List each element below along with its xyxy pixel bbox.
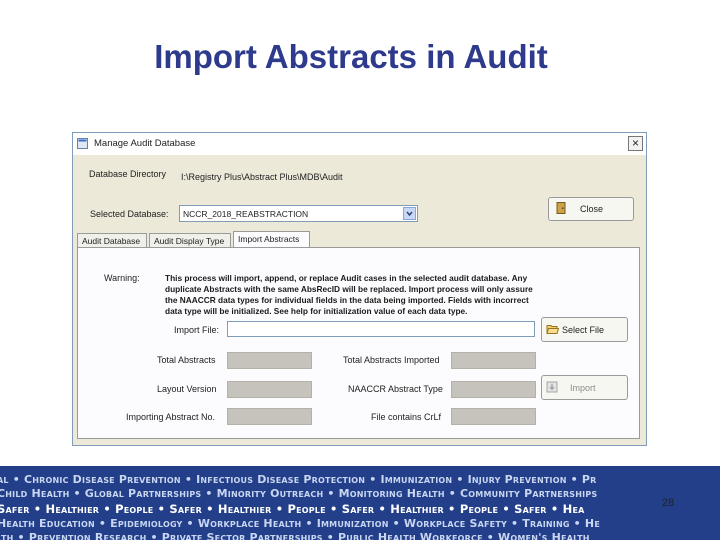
window-title: Manage Audit Database (94, 138, 196, 149)
dropdown-arrow-icon[interactable] (403, 207, 416, 220)
selected-database-label: Selected Database: (90, 209, 169, 219)
selected-database-value: NCCR_2018_REABSTRACTION (183, 209, 309, 219)
close-x-icon: × (631, 136, 639, 150)
total-abstracts-label: Total Abstracts (157, 355, 216, 365)
footer-banner: al • Chronic Disease Prevention • Infect… (0, 466, 720, 540)
window-close-button[interactable]: × (628, 136, 643, 151)
naaccr-abstract-type-label: NAACCR Abstract Type (348, 384, 443, 394)
importing-abstract-no-field (227, 408, 312, 425)
footer-line: lth • Prevention Research • Private Sect… (0, 531, 590, 540)
close-button-label: Close (580, 204, 604, 214)
database-directory-value: I:\Registry Plus\Abstract Plus\MDB\Audit (181, 172, 343, 182)
import-file-label: Import File: (174, 325, 220, 335)
warning-line: the NAACCR data types for individual fie… (165, 295, 529, 305)
total-abstracts-imported-label: Total Abstracts Imported (343, 355, 440, 365)
select-file-button[interactable]: Select File (541, 317, 628, 342)
close-button[interactable]: Close (548, 197, 634, 221)
app-window-icon (77, 138, 88, 149)
import-abstracts-panel: Warning: This process will import, appen… (77, 247, 640, 439)
tab-audit-database[interactable]: Audit Database (77, 233, 147, 248)
page-number: 28 (662, 497, 675, 509)
import-button-label: Import (570, 382, 596, 393)
warning-line: duplicate Abstracts with the same AbsRec… (165, 284, 533, 294)
footer-line: Safer • Healthier • People • Safer • Hea… (0, 502, 585, 516)
tab-label: Audit Display Type (154, 236, 225, 246)
naaccr-abstract-type-field (451, 381, 536, 398)
warning-message: This process will import, append, or rep… (165, 273, 625, 317)
select-file-button-label: Select File (562, 324, 605, 335)
folder-open-icon (546, 323, 560, 336)
tab-audit-display-type[interactable]: Audit Display Type (149, 233, 231, 248)
total-abstracts-imported-field (451, 352, 536, 369)
import-icon (546, 381, 558, 395)
selected-database-dropdown[interactable]: NCCR_2018_REABSTRACTION (179, 205, 418, 222)
footer-line: Child Health • Global Partnerships • Min… (0, 487, 598, 500)
window-titlebar[interactable]: Manage Audit Database × (73, 133, 646, 155)
import-file-input[interactable] (227, 321, 535, 337)
warning-line: data type will be initialized. See help … (165, 306, 468, 316)
database-directory-label: Database Directory (89, 169, 167, 179)
tab-label: Import Abstracts (238, 234, 300, 244)
slide-title: Import Abstracts in Audit (154, 38, 548, 75)
layout-version-label: Layout Version (157, 384, 217, 394)
footer-line: al • Chronic Disease Prevention • Infect… (0, 473, 597, 486)
total-abstracts-field (227, 352, 312, 369)
footer-line: Health Education • Epidemiology • Workpl… (0, 517, 600, 530)
import-button[interactable]: Import (541, 375, 628, 400)
file-contains-crlf-label: File contains CrLf (371, 412, 442, 422)
warning-label: Warning: (104, 273, 140, 283)
tab-import-abstracts[interactable]: Import Abstracts (233, 231, 310, 248)
importing-abstract-no-label: Importing Abstract No. (126, 412, 216, 422)
file-contains-crlf-field (451, 408, 536, 425)
warning-line: This process will import, append, or rep… (165, 273, 528, 283)
tab-label: Audit Database (82, 236, 141, 246)
manage-audit-database-window: Manage Audit Database × Database Directo… (72, 132, 647, 446)
close-door-icon (556, 202, 567, 217)
layout-version-field (227, 381, 312, 398)
